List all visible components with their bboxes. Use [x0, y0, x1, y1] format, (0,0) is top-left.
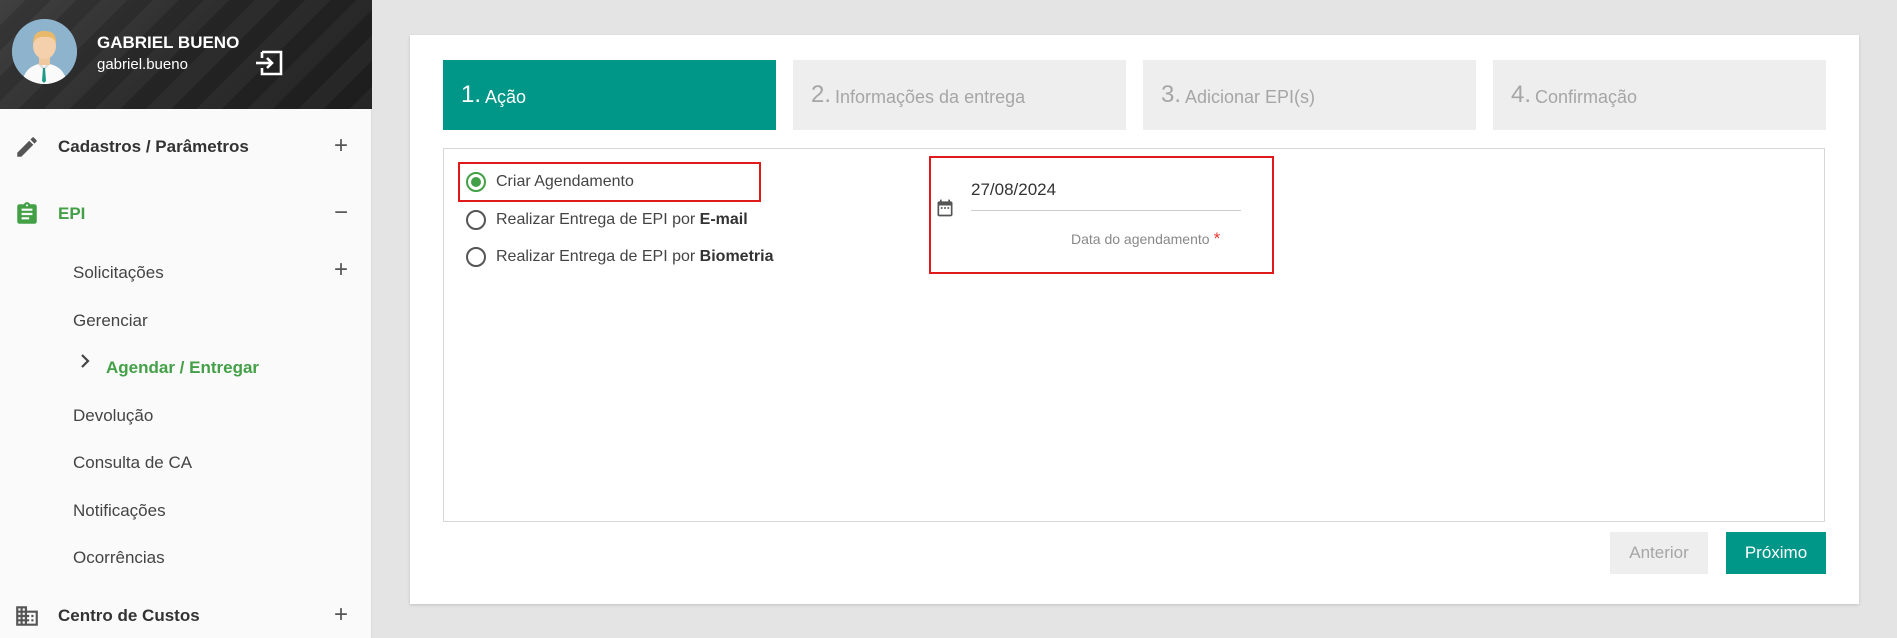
radio-button[interactable] [466, 210, 486, 230]
menu-centro-custos[interactable]: Centro de Custos + [0, 595, 372, 635]
avatar [12, 19, 77, 84]
profile-header: GABRIEL BUENO gabriel.bueno [0, 0, 372, 109]
tab-confirmacao[interactable]: 4. Confirmação [1493, 60, 1826, 130]
step-label: Ação [485, 87, 527, 107]
pencil-icon [14, 134, 40, 160]
logout-icon[interactable] [254, 50, 284, 76]
radio-label: Realizar Entrega de EPI por E-mail [496, 211, 748, 228]
radio-label: Realizar Entrega de EPI por Biometria [496, 248, 774, 265]
sidebar-item-consulta-ca[interactable]: Consulta de CA [73, 453, 192, 473]
sidebar: GABRIEL BUENO gabriel.bueno Cadastros / … [0, 0, 372, 638]
step-number: 1. [461, 81, 482, 108]
menu-epi[interactable]: EPI − [0, 193, 372, 233]
sidebar-item-ocorrencias[interactable]: Ocorrências [73, 548, 165, 568]
menu-label: Centro de Custos [58, 606, 200, 625]
step-number: 3. [1161, 81, 1182, 108]
highlight-box [929, 156, 1274, 274]
chevron-right-icon [78, 354, 92, 368]
step-content: Criar Agendamento Realizar Entrega de EP… [443, 148, 1825, 522]
step-label: Adicionar EPI(s) [1185, 87, 1316, 107]
sidebar-item-notificacoes[interactable]: Notificações [73, 501, 166, 521]
tab-acao[interactable]: 1. Ação [443, 60, 776, 130]
sidebar-item-devolucao[interactable]: Devolução [73, 406, 153, 426]
step-number: 4. [1511, 81, 1532, 108]
clipboard-icon [14, 201, 40, 227]
menu-label: Cadastros / Parâmetros [58, 137, 249, 156]
step-number: 2. [811, 81, 832, 108]
step-label: Confirmação [1535, 87, 1638, 107]
next-button[interactable]: Próximo [1726, 532, 1826, 574]
expand-icon[interactable]: + [334, 601, 348, 629]
highlight-box [458, 162, 761, 202]
menu-cadastros[interactable]: Cadastros / Parâmetros + [0, 126, 372, 166]
user-login: gabriel.bueno [97, 56, 188, 73]
sidebar-item-solicitacoes[interactable]: Solicitações [73, 263, 164, 283]
tab-adicionar-epis[interactable]: 3. Adicionar EPI(s) [1143, 60, 1476, 130]
wizard-panel: 1. Ação 2. Informações da entrega 3. Adi… [410, 35, 1859, 604]
expand-icon[interactable]: + [334, 256, 348, 284]
tab-informacoes-entrega[interactable]: 2. Informações da entrega [793, 60, 1126, 130]
collapse-icon[interactable]: − [334, 199, 348, 227]
menu-label: EPI [58, 204, 86, 223]
radio-button[interactable] [466, 247, 486, 267]
sidebar-item-gerenciar[interactable]: Gerenciar [73, 311, 148, 331]
step-label: Informações da entrega [835, 87, 1026, 107]
expand-icon[interactable]: + [334, 132, 348, 160]
sidebar-item-agendar-entregar[interactable]: Agendar / Entregar [106, 358, 259, 378]
user-name: GABRIEL BUENO [97, 33, 240, 52]
previous-button[interactable]: Anterior [1610, 532, 1708, 574]
building-icon [14, 603, 40, 629]
